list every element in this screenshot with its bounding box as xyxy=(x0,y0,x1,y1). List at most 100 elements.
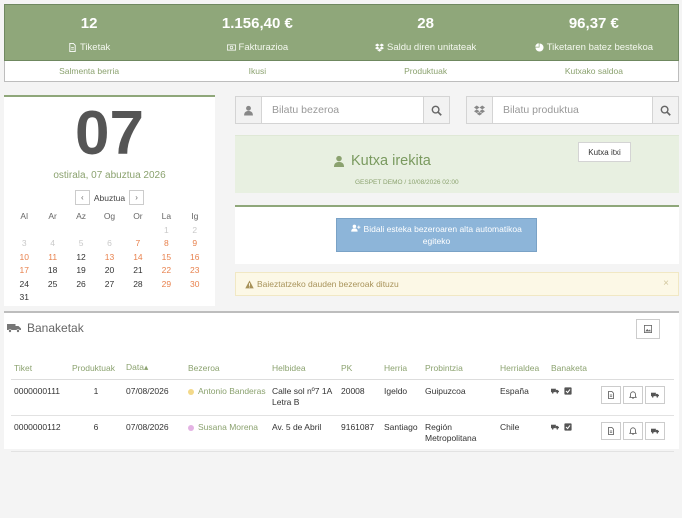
pk-cell: 9161087 xyxy=(338,415,381,452)
row-actions xyxy=(601,421,674,440)
next-month-button[interactable]: › xyxy=(129,190,145,205)
client-search-button[interactable] xyxy=(423,97,449,123)
product-search-input[interactable] xyxy=(493,97,652,123)
calendar-day-cell[interactable]: 23 xyxy=(181,264,209,277)
calendar-day-cell[interactable]: 13 xyxy=(95,251,123,264)
calendar-empty-cell xyxy=(95,224,123,237)
close-icon[interactable]: × xyxy=(663,278,669,289)
calendar-day-cell[interactable]: 12 xyxy=(67,251,95,264)
deliveries-table-body: 0000000111 1 07/08/2026 Antonio Banderas Cal… xyxy=(11,379,674,452)
stat-label: Saldu diren unitateak xyxy=(386,42,477,53)
calendar-weekday: Ar xyxy=(48,211,57,221)
prev-month-button[interactable]: ‹ xyxy=(74,190,90,205)
calendar-day-cell[interactable]: 8 xyxy=(152,237,180,250)
calendar-day-cell[interactable]: 14 xyxy=(124,251,152,264)
column-header-pk[interactable]: PK xyxy=(338,357,381,380)
close-register-button[interactable]: Kutxa itxi xyxy=(578,142,631,162)
calendar-day-cell[interactable]: 19 xyxy=(67,264,95,277)
table-row[interactable]: 0000000112 6 07/08/2026 Susana Morena Av. 5 … xyxy=(11,415,674,452)
calendar-day-cell[interactable]: 6 xyxy=(95,237,123,250)
calendar-day-cell[interactable]: 20 xyxy=(95,264,123,277)
file-icon xyxy=(608,426,614,435)
quick-link-cash-balance[interactable]: Kutxako saldoa xyxy=(510,61,678,81)
notify-button[interactable] xyxy=(623,385,643,404)
warning-text: Baieztatzeko dauden bezeroak dituzu xyxy=(257,279,399,289)
calendar-weekday: Az xyxy=(76,211,87,221)
stat-label: Tiketak xyxy=(79,42,111,53)
calendar-day-cell[interactable]: 26 xyxy=(67,278,95,291)
calendar-day-cell[interactable]: 24 xyxy=(10,278,38,291)
pk-cell: 20008 xyxy=(338,379,381,416)
client-link[interactable]: Susana Morena xyxy=(188,422,269,434)
table-row[interactable]: 0000000111 1 07/08/2026 Antonio Banderas Cal… xyxy=(11,379,674,416)
calendar-day-cell[interactable]: 21 xyxy=(124,264,152,277)
column-header-ticket[interactable]: Tiket xyxy=(11,357,69,380)
column-header-date[interactable]: Data▴ xyxy=(123,357,185,380)
export-button[interactable] xyxy=(636,319,660,339)
product-search-button[interactable] xyxy=(652,97,678,123)
calendar-day-cell[interactable]: 5 xyxy=(67,237,95,250)
stat-label: Fakturazioa xyxy=(238,42,289,53)
calendar-day-cell[interactable]: 11 xyxy=(38,251,66,264)
stat-invoicing: 1.156,40 € Fakturazioa xyxy=(173,5,341,60)
delivery-button[interactable] xyxy=(645,385,665,404)
view-ticket-button[interactable] xyxy=(601,385,621,404)
check-square-icon xyxy=(564,386,572,395)
calendar-day-cell[interactable]: 31 xyxy=(10,291,38,304)
calendar-day-cell[interactable]: 18 xyxy=(38,264,66,277)
column-header-client[interactable]: Bezeroa xyxy=(185,357,269,380)
column-header-delivery[interactable]: Banaketa xyxy=(548,357,598,380)
user-plus-icon xyxy=(351,224,361,232)
calendar-empty-cell xyxy=(38,291,66,304)
address-cell: Av. 5 de Abril xyxy=(269,415,338,452)
table-header-row: Tiket Produktuak Data▴ Bezeroa Helbidea … xyxy=(11,357,674,380)
calendar-day-cell[interactable]: 16 xyxy=(181,251,209,264)
calendar-day-cell[interactable]: 15 xyxy=(152,251,180,264)
calendar-day-cell[interactable]: 4 xyxy=(38,237,66,250)
send-signup-link-button[interactable]: Bidali esteka bezeroaren alta automatiko… xyxy=(336,218,537,252)
image-icon xyxy=(644,325,652,333)
calendar-day-cell[interactable]: 28 xyxy=(124,278,152,291)
view-ticket-button[interactable] xyxy=(601,421,621,440)
calendar-day-cell[interactable]: 9 xyxy=(181,237,209,250)
calendar-day-cell[interactable]: 30 xyxy=(181,278,209,291)
calendar-day-cell[interactable]: 29 xyxy=(152,278,180,291)
calendar-day-cell[interactable]: 7 xyxy=(124,237,152,250)
pie-chart-icon xyxy=(534,43,544,52)
country-cell: Chile xyxy=(497,415,548,452)
search-icon xyxy=(660,105,671,116)
stats-bar: 12 Tiketak 1.156,40 € Fakturazioa 28 Sal… xyxy=(4,4,679,61)
deliveries-title: Banaketak xyxy=(27,321,84,335)
calendar-day-cell[interactable]: 3 xyxy=(10,237,38,250)
delivery-button[interactable] xyxy=(645,421,665,440)
quick-link-products[interactable]: Produktuak xyxy=(342,61,510,81)
calendar-day-cell[interactable]: 1 xyxy=(152,224,180,237)
date-cell: 07/08/2026 xyxy=(123,415,185,452)
column-header-country[interactable]: Herrialdea xyxy=(497,357,548,380)
cash-register-subtitle: GESPET DEMO / 10/08/2026 02:00 xyxy=(355,179,459,186)
calendar-panel: 07 ostirala, 07 abuztua 2026 ‹ Abuztua ›… xyxy=(4,95,215,306)
column-header-province[interactable]: Probintzia xyxy=(422,357,497,380)
calendar-weekday: Al xyxy=(20,211,28,221)
calendar-empty-cell xyxy=(124,224,152,237)
quick-link-new-sale[interactable]: Salmenta berria xyxy=(5,61,173,81)
client-search-input[interactable] xyxy=(262,97,423,123)
calendar-nav: ‹ Abuztua › xyxy=(4,190,215,205)
calendar-weekday: Ig xyxy=(191,211,199,221)
client-name: Antonio Banderas xyxy=(198,385,266,396)
column-header-products[interactable]: Produktuak xyxy=(69,357,123,380)
town-cell: Igeldo xyxy=(381,379,422,416)
column-header-town[interactable]: Herria xyxy=(381,357,422,380)
notify-button[interactable] xyxy=(623,421,643,440)
quick-link-view[interactable]: Ikusi xyxy=(173,61,341,81)
client-link[interactable]: Antonio Banderas xyxy=(188,386,269,398)
calendar-day-cell[interactable]: 10 xyxy=(10,251,38,264)
search-icon xyxy=(431,105,442,116)
calendar-day-cell[interactable]: 22 xyxy=(152,264,180,277)
column-header-address[interactable]: Helbidea xyxy=(269,357,338,380)
calendar-day-cell[interactable]: 27 xyxy=(95,278,123,291)
calendar-day-cell[interactable]: 17 xyxy=(10,264,38,277)
calendar-day-cell[interactable]: 2 xyxy=(181,224,209,237)
file-icon xyxy=(608,390,614,399)
calendar-day-cell[interactable]: 25 xyxy=(38,278,66,291)
